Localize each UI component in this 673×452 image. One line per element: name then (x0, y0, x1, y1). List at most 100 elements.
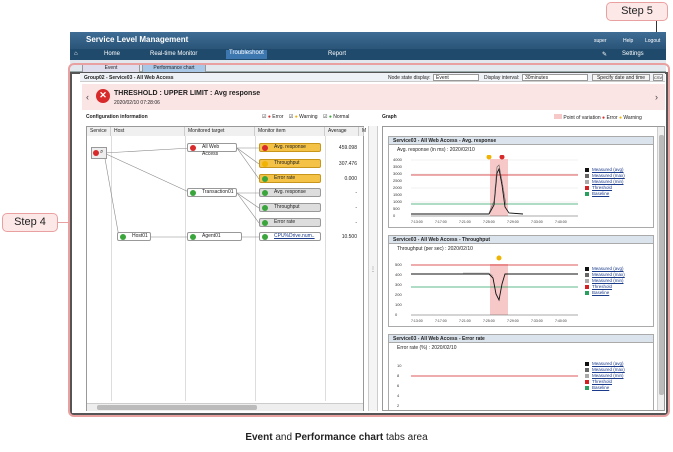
node-state-select[interactable]: Event (433, 74, 479, 81)
item-cpu[interactable]: CPU%Drive.num.. (259, 232, 321, 241)
graph-error-rate: Service03 - All Web Access - Error rate … (388, 334, 654, 411)
warning-marker-icon (486, 155, 492, 160)
alert-banner: ‹ ✕ THRESHOLD : UPPER LIMIT : Avg respon… (82, 84, 665, 110)
menu-bar: ⌂ Home Real-time Monitor Troubleshoot Re… (70, 49, 666, 60)
home-icon[interactable]: ⌂ (74, 51, 78, 57)
y-tick: 2000 (393, 185, 403, 190)
item-error-rate-2[interactable]: Error rate (259, 218, 321, 227)
item-throughput[interactable]: Throughput (259, 159, 321, 168)
target-all-web[interactable]: All Web Access (187, 143, 237, 157)
menu-settings[interactable]: Settings (622, 51, 644, 57)
next-arrow-icon[interactable]: › (655, 92, 658, 102)
avg-value: 307.476 (338, 161, 357, 167)
menu-troubleshoot[interactable]: Troubleshoot (226, 50, 267, 59)
y-tick: 4 (397, 393, 400, 398)
status-ok-icon (120, 234, 126, 240)
avg-value: 0.000 (344, 176, 357, 182)
target-agent[interactable]: Agent01 (187, 232, 242, 241)
avg-value: 459.098 (338, 145, 357, 151)
config-title: Configuration information (86, 114, 148, 120)
interval-select[interactable]: 30minutes (522, 74, 588, 81)
item-label: Throughput (274, 160, 300, 166)
item-throughput-2[interactable]: Throughput (259, 203, 321, 212)
item-error-rate[interactable]: Error rate (259, 174, 321, 183)
legend-item[interactable]: Baseline (585, 290, 625, 296)
item-avg-response[interactable]: Avg. response (259, 143, 321, 152)
x-tick: 7:29:00 (507, 220, 519, 224)
node-state-value: Event (436, 75, 449, 81)
x-tick: 7:13:00 (411, 319, 423, 323)
interval-label: Display interval: (484, 75, 520, 81)
horizontal-scrollbar[interactable] (87, 403, 363, 411)
error-filter-icon: ● (267, 114, 271, 120)
menu-home[interactable]: Home (104, 51, 120, 57)
service-node[interactable]: ⌕ (91, 147, 107, 159)
graph-panel: Service03 - All Web Access - Avg. respon… (382, 126, 665, 411)
target-label: Agent01 (202, 233, 221, 239)
item-label: Error rate (274, 219, 296, 225)
error-checkbox[interactable]: ☑ (262, 114, 266, 120)
y-tick: 2 (397, 403, 400, 408)
legend-item[interactable]: Baseline (585, 385, 625, 391)
vertical-scrollbar[interactable] (657, 127, 664, 410)
warning-checkbox[interactable]: ☑ (289, 114, 293, 120)
prev-arrow-icon[interactable]: ‹ (86, 92, 89, 102)
graph-title: Service03 - All Web Access - Throughput (389, 236, 653, 244)
y-tick: 200 (395, 292, 402, 297)
interval-value: 30minutes (525, 75, 549, 81)
status-error-icon (190, 145, 196, 151)
error-legend-icon: ● (602, 115, 606, 121)
y-tick: 2500 (393, 178, 403, 183)
graph-plot: 10 8 6 4 2 0 (397, 363, 578, 411)
breadcrumb: Group02 - Service03 - All Web Access (84, 75, 174, 81)
x-tick: 7:13:00 (411, 220, 423, 224)
csv-export-button[interactable]: CSV (653, 74, 663, 81)
step5-label: Step 5 (621, 5, 653, 17)
item-avg-response-2[interactable]: Avg. response (259, 188, 321, 197)
y-tick: 400 (395, 272, 402, 277)
y-tick: 100 (395, 302, 402, 307)
error-filter-label: Error (272, 114, 284, 120)
warning-filter-icon: ● (294, 114, 298, 120)
step5-callout: Step 5 (606, 2, 668, 21)
graph-subtitle: Avg. response (in ms) : 2020/02/10 (397, 147, 475, 153)
avg-value: 10.500 (341, 234, 357, 240)
x-tick: 7:17:00 (435, 220, 447, 224)
graph-plot: 500 400 300 200 100 0 7:13:00 7:17:00 7:… (395, 255, 578, 323)
help-link[interactable]: Help (623, 38, 633, 44)
graph-legend: Measured (avg) Measured (max) Measured (… (585, 361, 625, 391)
target-label: All Web Access (202, 144, 220, 157)
search-icon: ⌕ (100, 149, 104, 155)
figure-caption: Event and Performance chart tabs area (0, 432, 673, 443)
y-tick: 0 (397, 410, 400, 411)
x-tick: 7:40:00 (555, 220, 567, 224)
error-icon: ✕ (96, 89, 110, 103)
logout-link[interactable]: Logout (645, 38, 660, 44)
y-tick: 8 (397, 373, 400, 378)
host-node[interactable]: Host01 (117, 232, 151, 241)
y-tick: 3000 (393, 171, 403, 176)
menu-realtime[interactable]: Real-time Monitor (150, 51, 197, 57)
item-label: CPU%Drive.num.. (274, 233, 315, 239)
panel-splitter[interactable]: ⋮ (368, 126, 378, 411)
scroll-thumb[interactable] (659, 135, 664, 395)
caption-rest: tabs area (383, 432, 428, 443)
specify-date-button[interactable]: Specify date and time (592, 74, 650, 81)
y-tick: 500 (395, 262, 402, 267)
x-tick: 7:29:00 (507, 319, 519, 323)
legend-item[interactable]: Baseline (585, 191, 625, 197)
warning-filter-label: Warning (299, 114, 318, 120)
graph-subtitle: Error rate (%) : 2020/02/10 (397, 345, 457, 351)
caption-event: Event (245, 432, 273, 443)
graph-avg-response: Service03 - All Web Access - Avg. respon… (388, 136, 654, 228)
normal-checkbox[interactable]: ☑ (323, 114, 327, 120)
menu-report[interactable]: Report (328, 51, 346, 57)
target-transaction[interactable]: Transaction01 (187, 188, 237, 197)
node-state-label: Node state display: (388, 75, 431, 81)
scroll-thumb[interactable] (97, 405, 257, 410)
y-tick: 1000 (393, 199, 403, 204)
step4-callout: Step 4 (2, 213, 58, 232)
gear-icon[interactable]: ✎ (602, 51, 607, 58)
status-warning-icon (262, 161, 268, 167)
config-filters: ☑ ● Error ☑ ● Warning ☑ ● Normal (262, 114, 349, 120)
